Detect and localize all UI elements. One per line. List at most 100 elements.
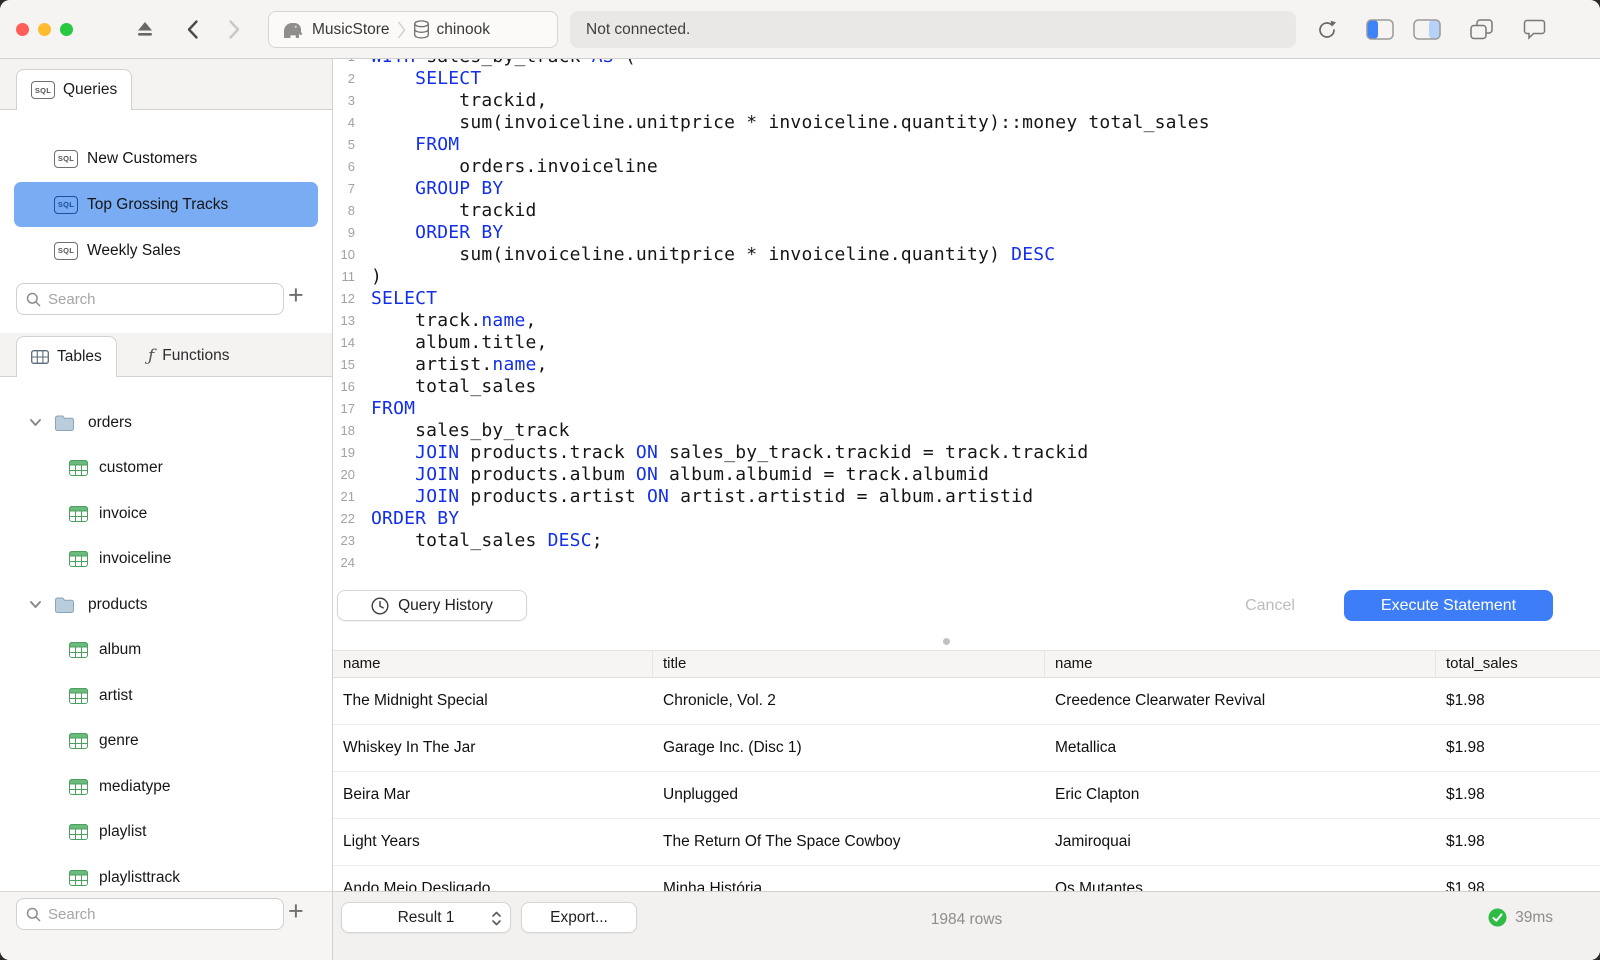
execute-statement-button[interactable]: Execute Statement	[1344, 590, 1553, 621]
code-line: 9 ORDER BY	[333, 222, 1600, 244]
table-cell: Creedence Clearwater Revival	[1055, 692, 1266, 709]
line-number: 9	[347, 225, 355, 240]
tree-table-invoice[interactable]: invoice	[0, 491, 332, 537]
clock-icon	[371, 596, 389, 615]
sql-editor[interactable]: 1WITH sales_by_track AS (2 SELECT3 track…	[333, 59, 1600, 585]
cancel-button[interactable]: Cancel	[1219, 590, 1321, 621]
line-number: 19	[340, 445, 355, 460]
tab-queries[interactable]: SQL Queries	[16, 69, 133, 110]
query-item[interactable]: SQL Top Grossing Tracks	[14, 182, 318, 227]
table-cell: $1.98	[1446, 692, 1485, 709]
query-search-input[interactable]	[48, 290, 274, 308]
table-icon	[69, 687, 88, 704]
forward-button[interactable]	[228, 19, 241, 40]
code-line: 13 track.name,	[333, 310, 1600, 332]
tree-table-genre[interactable]: genre	[0, 719, 332, 765]
feedback-bubble-icon[interactable]	[1523, 19, 1546, 40]
back-button[interactable]	[186, 19, 199, 40]
column-header[interactable]: name	[1045, 651, 1436, 677]
code-text: FROM	[371, 398, 416, 419]
tree-table-playlist[interactable]: playlist	[0, 810, 332, 856]
line-number: 3	[347, 93, 355, 108]
results-header-row: name title name total_sales	[333, 650, 1600, 678]
tree-folder-orders[interactable]: orders	[0, 400, 332, 446]
breadcrumb-database[interactable]: chinook	[413, 20, 490, 39]
tab-queries-label: Queries	[63, 81, 118, 98]
tree-table-invoiceline[interactable]: invoiceline	[0, 537, 332, 583]
query-item[interactable]: SQL New Customers	[14, 136, 318, 181]
tree-table-mediatype[interactable]: mediatype	[0, 764, 332, 810]
minimize-window-button[interactable]	[38, 23, 51, 36]
code-line: 10 sum(invoiceline.unitprice * invoiceli…	[333, 244, 1600, 266]
splitter-handle[interactable]	[943, 638, 950, 645]
add-query-button[interactable]: +	[288, 282, 304, 309]
close-window-button[interactable]	[16, 23, 29, 36]
table-row[interactable]: The Midnight Special Chronicle, Vol. 2 Cre…	[333, 678, 1600, 725]
line-number: 16	[340, 379, 355, 394]
refresh-icon[interactable]	[1316, 19, 1338, 41]
column-header[interactable]: name	[333, 651, 653, 677]
disclosure-chevron-icon[interactable]	[29, 418, 42, 427]
code-text: total_sales DESC;	[371, 530, 603, 551]
sidebar-footer: +	[0, 891, 332, 960]
window-tabs-icon[interactable]	[1470, 19, 1493, 40]
line-number: 2	[347, 71, 355, 86]
code-line: 19 JOIN products.track ON sales_by_track…	[333, 442, 1600, 464]
tab-tables[interactable]: Tables	[16, 336, 117, 377]
query-item-label: Weekly Sales	[87, 241, 181, 259]
query-item-label: Top Grossing Tracks	[87, 195, 229, 213]
eject-icon[interactable]	[136, 21, 154, 38]
code-text: total_sales	[371, 376, 537, 397]
code-text: track.name,	[371, 310, 537, 331]
table-cell: $1.98	[1446, 880, 1485, 891]
tree-table-album[interactable]: album	[0, 628, 332, 674]
tree-label: invoice	[99, 504, 148, 522]
disclosure-chevron-icon[interactable]	[29, 600, 42, 609]
search-icon	[26, 292, 41, 307]
table-search-field[interactable]	[16, 898, 284, 930]
tree-table-artist[interactable]: artist	[0, 673, 332, 719]
zoom-window-button[interactable]	[60, 23, 73, 36]
code-line: 14 album.title,	[333, 332, 1600, 354]
column-header[interactable]: title	[653, 651, 1045, 677]
table-row[interactable]: Ando Meio Desligado Minha História Os Muta…	[333, 866, 1600, 891]
table-cell: Eric Clapton	[1055, 786, 1140, 803]
query-timing: 39ms	[1488, 908, 1553, 927]
tree-table-playlisttrack[interactable]: playlisttrack	[0, 855, 332, 891]
table-cell: $1.98	[1446, 786, 1485, 803]
code-text: ORDER BY	[371, 508, 460, 529]
main-area: 1WITH sales_by_track AS (2 SELECT3 track…	[333, 59, 1600, 960]
table-icon	[69, 551, 88, 568]
line-number: 17	[340, 401, 355, 416]
toggle-left-sidebar-icon[interactable]	[1366, 19, 1394, 40]
table-search-input[interactable]	[48, 905, 274, 923]
code-text: JOIN products.album ON album.albumid = t…	[415, 464, 990, 485]
query-item[interactable]: SQL Weekly Sales	[14, 228, 318, 273]
table-icon	[69, 460, 88, 477]
tab-functions[interactable]: ƒ Functions	[136, 336, 242, 376]
breadcrumb-server[interactable]: MusicStore	[279, 20, 390, 40]
code-text: trackid	[371, 200, 537, 221]
query-history-button[interactable]: Query History	[337, 590, 527, 621]
search-icon	[26, 907, 41, 922]
tree-folder-products[interactable]: products	[0, 582, 332, 628]
app-window: MusicStore chinook Not connected. SQL Qu…	[0, 0, 1600, 960]
column-header[interactable]: total_sales	[1436, 651, 1600, 677]
table-cell: $1.98	[1446, 739, 1485, 756]
database-name: chinook	[436, 20, 490, 38]
titlebar: MusicStore chinook Not connected.	[0, 0, 1600, 59]
code-text: sum(invoiceline.unitprice * invoiceline.…	[371, 112, 1210, 133]
table-cell: The Return Of The Space Cowboy	[663, 833, 901, 850]
toggle-right-panel-icon[interactable]	[1413, 19, 1441, 40]
connection-status: Not connected.	[570, 11, 1296, 48]
table-row[interactable]: Whiskey In The Jar Garage Inc. (Disc 1) Me…	[333, 725, 1600, 772]
table-row[interactable]: Beira Mar Unplugged Eric Clapton $1.98	[333, 772, 1600, 819]
code-text: sum(invoiceline.unitprice * invoiceline.…	[371, 244, 1056, 265]
table-icon	[69, 778, 88, 795]
add-table-button[interactable]: +	[288, 898, 304, 925]
tree-table-customer[interactable]: customer	[0, 446, 332, 492]
query-search-field[interactable]	[16, 283, 284, 315]
code-text: SELECT	[415, 68, 482, 89]
success-check-icon	[1488, 908, 1507, 927]
table-row[interactable]: Light Years The Return Of The Space Cowbo…	[333, 819, 1600, 866]
